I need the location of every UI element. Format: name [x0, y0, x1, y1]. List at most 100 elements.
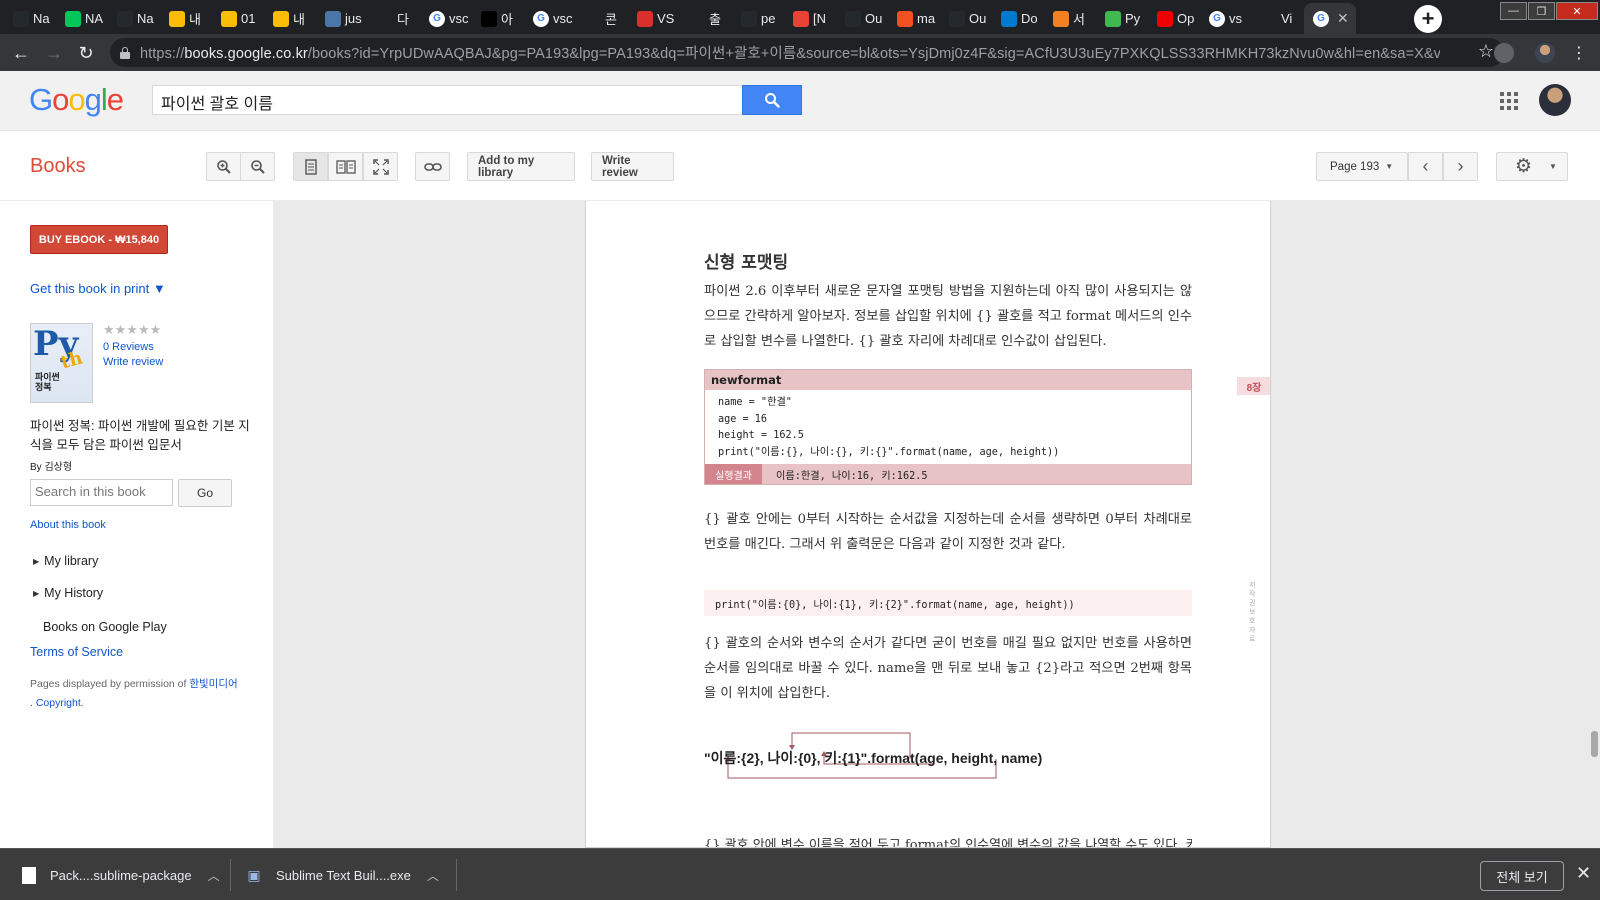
apps-grid-icon[interactable] [1500, 92, 1518, 110]
terms-of-service-link[interactable]: Terms of Service [30, 645, 123, 659]
browser-tab[interactable]: Op [1148, 3, 1197, 34]
book-sidebar: BUY EBOOK - ₩15,840 Get this book in pri… [0, 201, 274, 848]
search-input[interactable]: 파이썬 괄호 이름 [152, 85, 743, 115]
tab-title: 출 [709, 12, 721, 27]
reload-icon[interactable]: ↻ [73, 40, 99, 66]
single-page-view-button[interactable] [293, 152, 328, 181]
search-in-book-input[interactable]: Search in this book [30, 479, 173, 506]
add-to-library-button[interactable]: Add to my library [467, 152, 575, 181]
page-select[interactable]: Page 193 ▼ [1316, 152, 1408, 181]
browser-tab[interactable]: VS [628, 3, 677, 34]
browser-tab[interactable]: 출 [680, 3, 729, 34]
browser-tab[interactable]: 콘 [576, 3, 625, 34]
browser-tab[interactable]: Na [108, 3, 157, 34]
browser-tab[interactable]: pe [732, 3, 781, 34]
address-bar[interactable]: https://books.google.co.kr/books?id=YrpU… [110, 38, 1504, 67]
buy-ebook-button[interactable]: BUY EBOOK - ₩15,840 [30, 225, 168, 254]
scrollbar-thumb[interactable] [1591, 731, 1598, 757]
tab-title: Na [137, 11, 154, 26]
fullscreen-button[interactable] [363, 152, 398, 181]
result-value: 이름:한결, 나이:16, 키:162.5 [776, 470, 928, 482]
page-viewer[interactable]: 신형 포맷팅 파이썬 2.6 이후부터 새로운 문자열 포맷팅 방법을 지원하는… [274, 201, 1600, 848]
go-button[interactable]: Go [178, 479, 232, 507]
code-icon [1261, 10, 1277, 27]
browser-tab[interactable]: 내 [160, 3, 209, 34]
browser-tab[interactable]: 01 [212, 3, 261, 34]
settings-button[interactable]: ⚙ ▼ [1496, 152, 1568, 181]
prev-page-button[interactable]: ‹ [1408, 152, 1443, 181]
link-button[interactable] [415, 152, 450, 181]
browser-tab[interactable]: Gvs [1200, 3, 1249, 34]
zoom-in-icon [216, 159, 231, 174]
github-icon [845, 10, 861, 27]
next-page-button[interactable]: › [1443, 152, 1478, 181]
books-title[interactable]: Books [30, 155, 86, 178]
download-item-2[interactable]: ▣ Sublime Text Buil....exe ︿ [246, 849, 439, 900]
browser-tab[interactable]: 다 [368, 3, 417, 34]
publisher-link[interactable]: 한빛미디어 [189, 678, 237, 690]
get-in-print-link[interactable]: Get this book in print ▼ [30, 281, 166, 296]
minimize-button[interactable]: — [1500, 2, 1527, 20]
my-library-label: My library [44, 554, 99, 568]
browser-tab[interactable]: Na [4, 3, 53, 34]
profile-avatar[interactable] [1535, 43, 1555, 63]
browser-tab[interactable]: Do [992, 3, 1041, 34]
write-review-button[interactable]: Write review [591, 152, 674, 181]
reviews-link[interactable]: 0 Reviews [103, 341, 154, 353]
page-select-label: Page 193 [1330, 160, 1380, 173]
zoom-out-button[interactable] [240, 152, 275, 181]
browser-tab[interactable]: jus [316, 3, 365, 34]
maximize-button[interactable]: ❐ [1528, 2, 1555, 20]
google-play-link[interactable]: Books on Google Play [43, 620, 167, 634]
my-library-toggle[interactable]: ▶ My library [33, 554, 98, 568]
new-tab-button[interactable]: + [1414, 5, 1442, 33]
close-download-bar-icon[interactable]: ✕ [1576, 863, 1591, 884]
tab-close-icon[interactable]: ✕ [1337, 10, 1349, 27]
about-book-link[interactable]: About this book [30, 519, 106, 531]
url-text[interactable]: https://books.google.co.kr/books?id=YrpU… [140, 42, 1440, 63]
browser-tab[interactable]: 내 [264, 3, 313, 34]
browser-tab[interactable]: 서 [1044, 3, 1093, 34]
zoom-in-button[interactable] [206, 152, 241, 181]
menu-kebab-icon[interactable]: ⋮ [1566, 40, 1592, 66]
browser-tab[interactable]: Py [1096, 3, 1145, 34]
browser-tab[interactable]: [N [784, 3, 833, 34]
my-history-toggle[interactable]: ▶ My History [33, 586, 103, 600]
two-page-view-button[interactable] [328, 152, 363, 181]
download-bar: Pack....sublime-package ︿ ▣ Sublime Text… [0, 848, 1600, 900]
browser-tab[interactable]: Gvsc [524, 3, 573, 34]
chevron-up-icon[interactable]: ︿ [208, 867, 220, 884]
logo-letter: G [29, 82, 53, 117]
forward-icon[interactable]: → [41, 40, 67, 66]
book-cover[interactable]: Py th 파이썬 정복 [30, 323, 93, 403]
browser-tab[interactable]: Gvsc [420, 3, 469, 34]
download-item-1[interactable]: Pack....sublime-package ︿ [22, 849, 220, 900]
extension-icon[interactable] [1494, 43, 1514, 63]
browser-tab[interactable]: G ✕ [1304, 3, 1356, 34]
chevron-up-icon[interactable]: ︿ [427, 867, 439, 884]
browser-tab[interactable]: 아 [472, 3, 521, 34]
permission-note: Pages displayed by permission of 한빛미디어 . … [30, 675, 255, 713]
google-logo[interactable]: Google [29, 82, 124, 118]
two-page-icon [335, 159, 356, 174]
write-review-link[interactable]: Write review [103, 356, 163, 368]
tab-title: 01 [241, 11, 256, 26]
browser-tab[interactable]: ma [888, 3, 937, 34]
google-icon: G [1313, 10, 1329, 27]
logo-letter: o [52, 82, 69, 117]
window-close-button[interactable]: ✕ [1556, 2, 1598, 20]
browser-tab[interactable]: Vi [1252, 3, 1301, 34]
copyright-link[interactable]: . Copyright [30, 697, 81, 709]
tab-title: pe [761, 11, 776, 26]
tab-title: Ou [865, 11, 883, 26]
back-icon[interactable]: ← [8, 40, 34, 66]
browser-tab[interactable]: NA [56, 3, 105, 34]
search-button[interactable] [742, 85, 802, 115]
result-label: 실행결과 [705, 464, 762, 484]
show-all-downloads-button[interactable]: 전체 보기 [1480, 861, 1564, 891]
bookmark-star-icon[interactable]: ☆ [1478, 41, 1494, 62]
section-heading: 신형 포맷팅 [704, 253, 789, 273]
browser-tab[interactable]: Ou [940, 3, 989, 34]
browser-tab[interactable]: Ou [836, 3, 885, 34]
account-avatar[interactable] [1539, 84, 1571, 116]
